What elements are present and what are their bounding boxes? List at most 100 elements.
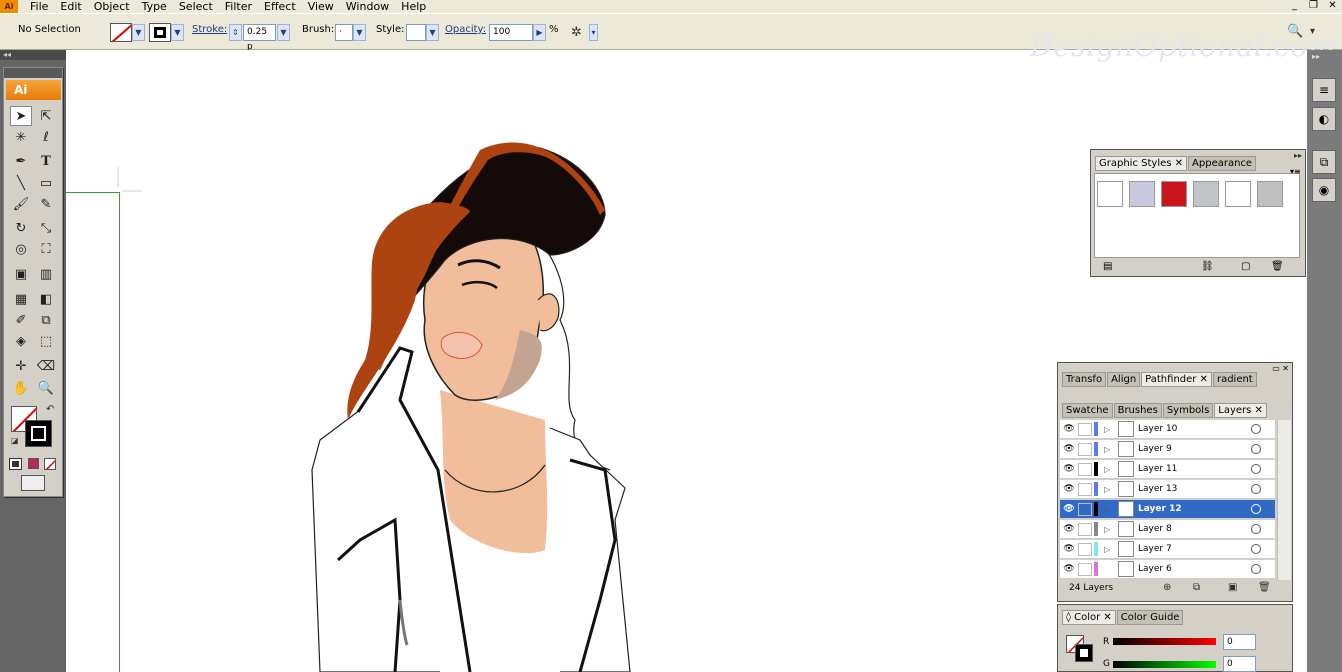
layer-color	[1094, 482, 1098, 496]
panel-minimize-icon[interactable]: ▭ ✕	[1272, 364, 1289, 373]
expand-icon[interactable]	[1104, 565, 1114, 574]
eye-icon[interactable]: 👁	[1060, 560, 1078, 579]
expand-icon[interactable]: ▷	[1104, 425, 1114, 434]
delete-style-icon[interactable]: 🗑	[1271, 261, 1284, 272]
layer-thumbnail	[1118, 561, 1134, 577]
tab-symbols[interactable]: Symbols	[1162, 403, 1214, 418]
lock-toggle[interactable]	[1078, 522, 1092, 536]
layers-tabs: Swatche Brushes Symbols Layers ✕	[1062, 403, 1268, 418]
layer-thumbnail	[1118, 541, 1134, 557]
lock-toggle[interactable]	[1078, 542, 1092, 556]
layer-row[interactable]: 👁 ▷ Layer 7	[1060, 540, 1275, 559]
tab-layers[interactable]: Layers ✕	[1214, 403, 1267, 418]
tab-gradient[interactable]: radient	[1212, 372, 1257, 387]
graphic-style-swatch[interactable]	[1097, 181, 1123, 207]
layer-row[interactable]: 👁 ▷ Layer 11	[1060, 460, 1275, 479]
target-icon[interactable]	[1251, 504, 1261, 514]
layer-row[interactable]: 👁 ▷ Layer 8	[1060, 520, 1275, 539]
eye-icon[interactable]: 👁	[1060, 480, 1078, 499]
stroke-panel-icon[interactable]: ≡	[1312, 78, 1336, 102]
ear	[537, 293, 560, 332]
layer-row[interactable]: 👁 ▷ Layer 13	[1060, 480, 1275, 499]
expand-icon[interactable]: ▷	[1104, 485, 1114, 494]
expand-icon[interactable]: ▷	[1104, 505, 1114, 514]
target-icon[interactable]	[1251, 464, 1261, 474]
eye-icon[interactable]: 👁	[1060, 540, 1078, 559]
lock-toggle[interactable]	[1078, 422, 1092, 436]
break-link-icon[interactable]: ⛓	[1201, 261, 1214, 272]
color-panel: ◊ Color ✕ Color Guide R 0 G 0	[1057, 604, 1293, 672]
layer-name: Layer 13	[1138, 484, 1178, 494]
make-clipping-mask-icon[interactable]: ⧉	[1193, 582, 1200, 593]
tab-brushes[interactable]: Brushes	[1113, 403, 1162, 418]
layer-thumbnail	[1118, 501, 1134, 517]
graphic-style-swatch[interactable]	[1225, 181, 1251, 207]
transparency-panel-icon[interactable]: ◐	[1312, 107, 1336, 131]
layers-scrollbar[interactable]	[1277, 420, 1291, 580]
lock-toggle[interactable]	[1078, 502, 1092, 516]
tab-pathfinder[interactable]: Pathfinder ✕	[1141, 372, 1212, 387]
locate-object-icon[interactable]: ⊕	[1163, 582, 1171, 593]
g-input[interactable]: 0	[1223, 656, 1256, 672]
g-slider[interactable]	[1113, 661, 1216, 668]
layer-name: Layer 6	[1138, 564, 1172, 574]
style-library-icon[interactable]: ▤	[1103, 261, 1112, 272]
eye-icon[interactable]: 👁	[1060, 520, 1078, 539]
lock-toggle[interactable]	[1078, 482, 1092, 496]
expand-icon[interactable]: ▷	[1104, 465, 1114, 474]
panel-menu-icon[interactable]: ▾≡	[1290, 167, 1301, 176]
layer-thumbnail	[1118, 521, 1134, 537]
layer-thumbnail	[1118, 421, 1134, 437]
eye-icon[interactable]: 👁	[1060, 420, 1078, 439]
tab-color[interactable]: ◊ Color ✕	[1062, 610, 1116, 625]
graphic-style-swatch[interactable]	[1257, 181, 1283, 207]
illustrator-window: Ai File Edit Object Type Select Filter E…	[0, 0, 1342, 672]
lock-toggle[interactable]	[1078, 442, 1092, 456]
graphic-styles-panel: ▸▸ Graphic Styles ✕ Appearance ▾≡ ▤ ⛓ ▢ …	[1090, 149, 1306, 277]
target-icon[interactable]	[1251, 544, 1261, 554]
panel-collapse-icon[interactable]: ▸▸	[1294, 151, 1302, 160]
layer-color	[1094, 522, 1098, 536]
tab-appearance[interactable]: Appearance	[1188, 156, 1257, 171]
lock-toggle[interactable]	[1078, 462, 1092, 476]
target-icon[interactable]	[1251, 524, 1261, 534]
layer-row[interactable]: 👁 Layer 6	[1060, 560, 1275, 579]
layer-thumbnail	[1118, 481, 1134, 497]
expand-icon[interactable]: ▷	[1104, 545, 1114, 554]
color-stroke-indicator[interactable]	[1075, 644, 1093, 662]
tab-color-guide[interactable]: Color Guide	[1116, 610, 1184, 625]
layer-count: 24 Layers	[1069, 583, 1114, 593]
tab-graphic-styles[interactable]: Graphic Styles ✕	[1095, 156, 1188, 171]
delete-layer-icon[interactable]: 🗑	[1258, 582, 1271, 593]
lock-toggle[interactable]	[1078, 562, 1092, 576]
eye-icon[interactable]: 👁	[1060, 500, 1078, 519]
target-icon[interactable]	[1251, 564, 1261, 574]
graphic-style-swatch[interactable]	[1129, 181, 1155, 207]
graphic-styles-panel-icon[interactable]: ⧉	[1312, 150, 1336, 174]
target-icon[interactable]	[1251, 484, 1261, 494]
graphic-style-swatch[interactable]	[1193, 181, 1219, 207]
layer-name: Layer 10	[1138, 424, 1178, 434]
layer-thumbnail	[1118, 441, 1134, 457]
tab-transform[interactable]: Transfo	[1062, 372, 1107, 387]
expand-dock-icon[interactable]: ▸▸	[1312, 52, 1336, 62]
new-style-icon[interactable]: ▢	[1241, 261, 1250, 272]
expand-icon[interactable]: ▷	[1104, 445, 1114, 454]
layer-row[interactable]: 👁 ▷ Layer 10	[1060, 420, 1275, 439]
r-slider[interactable]	[1113, 638, 1216, 645]
eye-icon[interactable]: 👁	[1060, 460, 1078, 479]
appearance-panel-icon[interactable]: ◉	[1312, 178, 1336, 202]
layer-row[interactable]: 👁 ▷ Layer 9	[1060, 440, 1275, 459]
new-sublayer-icon[interactable]: ▣	[1228, 582, 1237, 593]
tab-align[interactable]: Align	[1107, 372, 1141, 387]
r-input[interactable]: 0	[1223, 634, 1256, 650]
graphic-style-swatch[interactable]	[1161, 181, 1187, 207]
layer-thumbnail	[1118, 461, 1134, 477]
tab-swatches[interactable]: Swatche	[1062, 403, 1113, 418]
layer-row-active[interactable]: 👁 ▷ Layer 12	[1060, 500, 1275, 519]
eye-icon[interactable]: 👁	[1060, 440, 1078, 459]
graphic-styles-tabs: Graphic Styles ✕ Appearance	[1095, 156, 1257, 171]
expand-icon[interactable]: ▷	[1104, 525, 1114, 534]
target-icon[interactable]	[1251, 424, 1261, 434]
target-icon[interactable]	[1251, 444, 1261, 454]
